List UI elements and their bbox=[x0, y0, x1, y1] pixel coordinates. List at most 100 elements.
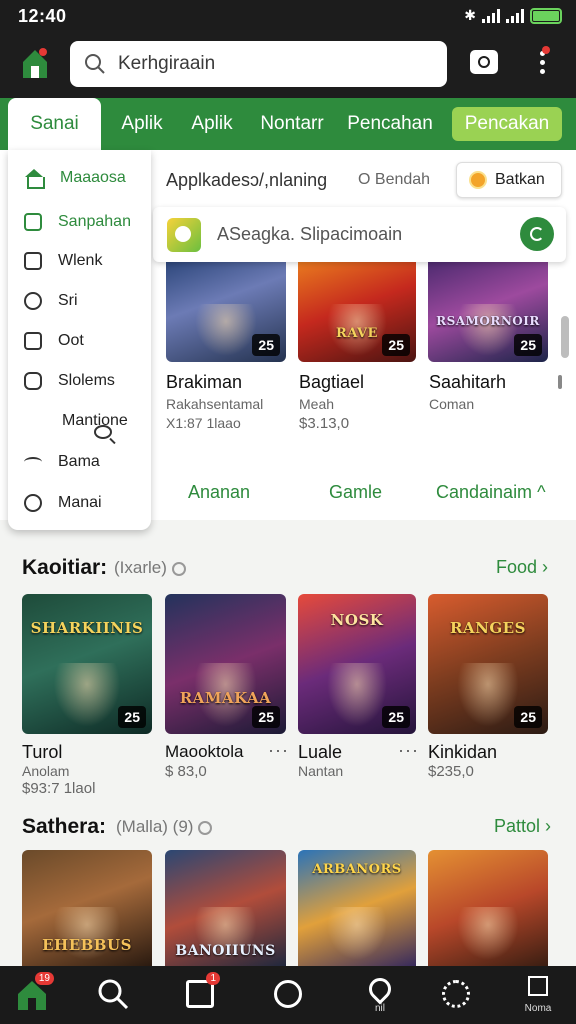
status-icons: ✱ bbox=[464, 7, 562, 24]
menu-item-label: Sanpahan bbox=[58, 213, 131, 230]
rating-badge: 25 bbox=[252, 706, 280, 728]
game-meta-2: $ 83,0 bbox=[165, 763, 207, 780]
category-link-1[interactable]: Ananan bbox=[188, 482, 250, 503]
menu-item-manai[interactable]: Manai bbox=[8, 485, 151, 521]
game-tile-5[interactable]: EHEBBUS bbox=[22, 850, 152, 966]
chevron-right-icon: › bbox=[542, 557, 549, 577]
nav-settings[interactable] bbox=[434, 974, 478, 1016]
envelope-icon bbox=[24, 332, 42, 350]
more-options-icon[interactable] bbox=[534, 46, 550, 78]
menu-item-mantione[interactable]: Mantione bbox=[8, 403, 151, 439]
menu-item-slolems[interactable]: Slolems bbox=[8, 363, 151, 399]
square-icon bbox=[24, 252, 42, 270]
featured-tile-1[interactable]: 25 bbox=[166, 248, 286, 362]
category-link-3-label: Candainaim bbox=[436, 482, 533, 502]
refresh-icon[interactable] bbox=[520, 217, 554, 251]
tab-aplik-2[interactable]: Aplik bbox=[182, 98, 242, 150]
signal-icon bbox=[482, 8, 500, 23]
clock-icon bbox=[198, 820, 213, 835]
menu-item-label: Maaaosa bbox=[60, 169, 126, 186]
game-tile-4[interactable]: RANGES 25 bbox=[428, 594, 548, 734]
battery-icon bbox=[530, 7, 562, 24]
tile-art-title: ARBANORS bbox=[312, 861, 402, 877]
nav-label: Noma bbox=[524, 1003, 552, 1014]
notification-badge: 1 bbox=[206, 972, 220, 985]
featured-meta-2a: Meah bbox=[299, 396, 335, 412]
rating-badge: 25 bbox=[118, 706, 146, 728]
search-icon bbox=[94, 425, 112, 439]
game-tile-3[interactable]: NOSK 25 bbox=[298, 594, 416, 734]
search-icon bbox=[98, 979, 129, 1010]
nav-apps[interactable]: 1 bbox=[178, 972, 222, 1016]
signal-icon-2 bbox=[506, 8, 524, 23]
home-icon bbox=[24, 169, 45, 189]
suggestion-text: ASeagka. Slipacimoain bbox=[217, 224, 403, 244]
scrollbar-thumb[interactable] bbox=[561, 316, 569, 358]
tile-art-title: SHARKIINIS bbox=[30, 619, 144, 638]
featured-meta-1b: X1:87 1laao bbox=[166, 415, 241, 431]
search-bar[interactable]: Kerhgiraain bbox=[70, 41, 447, 87]
featured-meta-2b: $3.13,0 bbox=[299, 415, 350, 432]
game-tile-2[interactable]: RAMAKAA 25 bbox=[165, 594, 286, 734]
batkan-button[interactable]: Batkan bbox=[456, 162, 562, 198]
tab-pencahan[interactable]: Pencahan bbox=[342, 98, 438, 150]
featured-meta-3a: Coman bbox=[429, 396, 475, 412]
featured-tile-2[interactable]: RAVE 25 bbox=[298, 248, 416, 362]
menu-item-maaaosa[interactable]: Maaaosa bbox=[8, 160, 151, 196]
rating-badge: 25 bbox=[514, 334, 542, 356]
tab-aplik-1[interactable]: Aplik bbox=[112, 98, 172, 150]
menu-item-sri[interactable]: Sri bbox=[8, 283, 151, 319]
game-tile-7[interactable]: ARBANORS bbox=[298, 850, 416, 966]
tab-nontarr[interactable]: Nontarr bbox=[252, 98, 332, 150]
chevron-up-icon: ^ bbox=[537, 482, 546, 502]
menu-item-label: Slolems bbox=[58, 372, 115, 389]
rating-badge: 25 bbox=[252, 334, 280, 356]
coin-icon bbox=[469, 171, 487, 189]
section-link-1[interactable]: Food › bbox=[496, 557, 548, 578]
category-link-3[interactable]: Candainaim ^ bbox=[436, 482, 546, 503]
nav-search[interactable] bbox=[93, 974, 137, 1016]
menu-item-bama[interactable]: Bama bbox=[8, 444, 151, 480]
batkan-label: Batkan bbox=[495, 171, 545, 188]
game-tile-1[interactable]: SHARKIINIS 25 bbox=[22, 594, 152, 734]
section-link-2[interactable]: Pattol › bbox=[494, 816, 551, 837]
menu-item-label: Oot bbox=[58, 332, 84, 349]
clock-icon bbox=[274, 980, 302, 1008]
shield-icon bbox=[24, 372, 42, 390]
more-options-icon[interactable]: ··· bbox=[398, 740, 419, 761]
menu-item-oot[interactable]: Oot bbox=[8, 323, 151, 359]
menu-item-label: Manai bbox=[58, 494, 102, 511]
nav-history[interactable] bbox=[266, 974, 310, 1016]
game-meta-1a: Anolam bbox=[22, 763, 70, 779]
rating-badge: 25 bbox=[514, 706, 542, 728]
tab-sanai[interactable]: Sanai bbox=[8, 98, 101, 154]
game-meta-4: $235,0 bbox=[428, 763, 474, 780]
circle-icon bbox=[24, 494, 42, 512]
featured-tile-3[interactable]: RSAMORNOIR 25 bbox=[428, 248, 548, 362]
person-icon bbox=[528, 976, 548, 996]
featured-title-2: Bagtiael bbox=[299, 372, 365, 392]
game-title-4: Kinkidan bbox=[428, 742, 498, 762]
bottom-nav: 19 1 nil Noma bbox=[0, 966, 576, 1024]
circle-icon bbox=[24, 292, 42, 310]
tile-art-title: EHEBBUS bbox=[42, 935, 132, 954]
nav-location[interactable]: nil bbox=[358, 973, 402, 1016]
panel-filter[interactable]: O Bendah bbox=[358, 171, 430, 189]
game-tile-6[interactable]: BANOIIUNS bbox=[165, 850, 286, 966]
location-icon bbox=[364, 973, 396, 1005]
section-title-1: Kaoitiar: bbox=[22, 556, 108, 579]
suggestion-card[interactable]: ASeagka. Slipacimoain bbox=[153, 207, 566, 262]
nav-home[interactable]: 19 bbox=[12, 972, 56, 1016]
game-tile-8[interactable] bbox=[428, 850, 548, 966]
more-options-icon[interactable]: ··· bbox=[268, 740, 289, 761]
home-logo-icon[interactable] bbox=[20, 46, 50, 80]
category-link-2[interactable]: Gamle bbox=[329, 482, 382, 503]
clock-icon bbox=[171, 561, 186, 576]
menu-item-sanpahan[interactable]: Sanpahan bbox=[8, 204, 151, 240]
tab-pencakan-button[interactable]: Pencakan bbox=[452, 107, 562, 141]
menu-item-label: Bama bbox=[58, 453, 100, 470]
game-title-1: Turol bbox=[22, 742, 63, 762]
camera-icon[interactable] bbox=[470, 50, 498, 74]
nav-noma[interactable]: Noma bbox=[516, 974, 560, 1016]
menu-item-wlenk[interactable]: Wlenk bbox=[8, 243, 151, 279]
